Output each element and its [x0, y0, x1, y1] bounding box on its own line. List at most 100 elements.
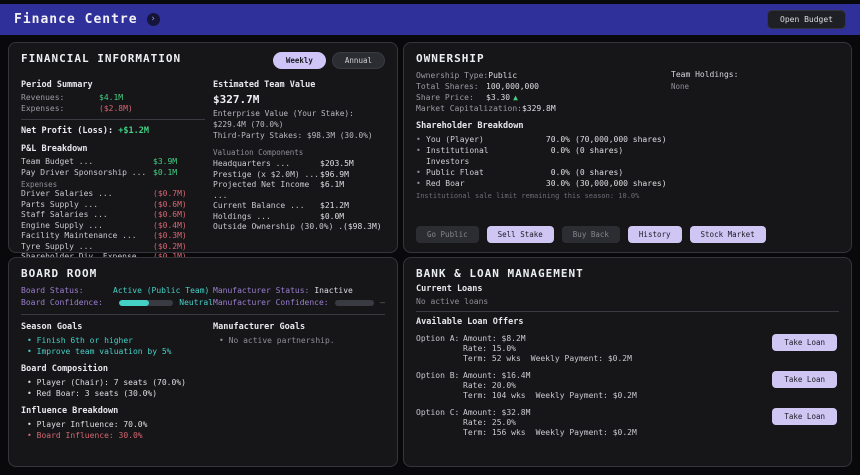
ownership-type-row: Ownership Type: Public — [416, 70, 671, 81]
team-value-heading: Estimated Team Value — [213, 80, 385, 90]
annual-toggle-button[interactable]: Annual — [332, 52, 385, 69]
board-room-panel: BOARD ROOM Board Status: Active (Public … — [8, 257, 398, 467]
share-price-row: Share Price: $3.30 ▲ — [416, 92, 671, 103]
pnl-expense-row: Engine Supply ... ($0.4M) — [21, 221, 205, 232]
summary-divider — [21, 119, 205, 120]
help-icon[interactable]: › — [147, 13, 160, 26]
board-status-column: Board Status: Active (Public Team) Board… — [21, 285, 213, 309]
board-influence-item: Board Influence: 30.0% — [27, 430, 213, 441]
share-price-up-icon: ▲ — [513, 92, 518, 103]
expenses-subheading: Expenses — [21, 180, 205, 189]
page-title: Finance Centre — [14, 12, 138, 27]
season-goals-list: Finish 6th or higher Improve team valuat… — [21, 335, 213, 357]
manufacturer-goal-item: No active partnership. — [219, 335, 385, 346]
total-shares-row: Total Shares: 100,000,000 — [416, 81, 671, 92]
shareholder-row: • Red Boar 30.0% (30,000,000 shares) — [416, 178, 839, 189]
sale-limit-note: Institutional sale limit remaining this … — [416, 192, 839, 200]
take-loan-button-b[interactable]: Take Loan — [772, 371, 837, 388]
team-holdings: Team Holdings: None — [671, 70, 839, 114]
pnl-expense-row: Facility Maintenance ... ($0.3M) — [21, 231, 205, 242]
team-value-amount: $327.7M — [213, 93, 385, 106]
influence-list: Player Influence: 70.0% Board Influence:… — [21, 419, 213, 441]
history-button[interactable]: History — [628, 226, 682, 243]
weekly-toggle-button[interactable]: Weekly — [273, 52, 326, 69]
pnl-expense-row: Tyre Supply ... ($0.2M) — [21, 242, 205, 253]
composition-item: Player (Chair): 7 seats (70.0%) — [27, 377, 213, 388]
finance-centre-screen: Finance Centre › Open Budget FINANCIAL I… — [0, 0, 860, 475]
current-loans-heading: Current Loans — [416, 284, 839, 294]
loan-option-label: Option A: — [416, 334, 463, 364]
season-goals-heading: Season Goals — [21, 322, 213, 332]
financial-panel-title: FINANCIAL INFORMATION — [21, 52, 181, 65]
pnl-income-row: Team Budget ... $3.9M — [21, 157, 205, 168]
financial-information-panel: FINANCIAL INFORMATION Weekly Annual Peri… — [8, 42, 398, 253]
manufacturer-goals-heading: Manufacturer Goals — [213, 322, 385, 332]
market-cap-row: Market Capitalization: $329.8M — [416, 103, 671, 114]
loan-offer-a: Option A: Amount: $8.2M Rate: 15.0% Term… — [416, 334, 839, 364]
loan-offer-c: Option C: Amount: $32.8M Rate: 25.0% Ter… — [416, 408, 839, 438]
loan-offers-heading: Available Loan Offers — [416, 317, 839, 327]
pnl-expense-row: Staff Salaries ... ($0.6M) — [21, 210, 205, 221]
sell-stake-button[interactable]: Sell Stake — [487, 226, 554, 243]
pnl-heading: P&L Breakdown — [21, 144, 205, 154]
bank-divider — [416, 311, 839, 312]
expenses-row: Expenses: ($2.8M) — [21, 104, 205, 115]
period-summary-column: Period Summary Revenues: $4.1M Expenses:… — [21, 73, 205, 273]
season-goal-item: Improve team valuation by 5% — [27, 346, 213, 357]
manufacturer-goals-list: No active partnership. — [213, 335, 385, 346]
team-holdings-label: Team Holdings: — [671, 70, 839, 79]
financial-columns: Period Summary Revenues: $4.1M Expenses:… — [21, 73, 385, 273]
valuation-row: Prestige (x $2.0M) ... $96.9M — [213, 170, 385, 181]
revenues-row: Revenues: $4.1M — [21, 93, 205, 104]
valuation-row: Holdings ... $0.0M — [213, 212, 385, 223]
manufacturer-goals-column: Manufacturer Goals No active partnership… — [213, 320, 385, 441]
player-influence-item: Player Influence: 70.0% — [27, 419, 213, 430]
pnl-expense-row: Driver Salaries ... ($0.7M) — [21, 189, 205, 200]
open-budget-button[interactable]: Open Budget — [767, 10, 846, 29]
enterprise-value-line: Enterprise Value (Your Stake): $229.4M (… — [213, 108, 385, 130]
pnl-income-row: Pay Driver Sponsorship ... $0.1M — [21, 168, 205, 179]
buy-back-button[interactable]: Buy Back — [562, 226, 620, 243]
team-value-column: Estimated Team Value $327.7M Enterprise … — [213, 73, 385, 273]
period-summary-heading: Period Summary — [21, 80, 205, 90]
financial-panel-header: FINANCIAL INFORMATION Weekly Annual — [21, 52, 385, 69]
ownership-info: Ownership Type: Public Total Shares: 100… — [416, 70, 671, 114]
take-loan-button-c[interactable]: Take Loan — [772, 408, 837, 425]
loan-option-label: Option B: — [416, 371, 463, 401]
stock-market-button[interactable]: Stock Market — [690, 226, 766, 243]
ownership-panel-title: OWNERSHIP — [416, 52, 839, 65]
board-status-grid: Board Status: Active (Public Team) Board… — [21, 285, 385, 309]
valuation-row: Projected Net Income ... $6.1M — [213, 180, 385, 201]
shareholder-breakdown-heading: Shareholder Breakdown — [416, 121, 839, 131]
valuation-row: Current Balance ... $21.2M — [213, 201, 385, 212]
board-divider — [21, 314, 385, 315]
net-profit-row: Net Profit (Loss): +$1.2M — [21, 125, 205, 137]
board-goals-column: Season Goals Finish 6th or higher Improv… — [21, 320, 213, 441]
composition-item: Red Boar: 3 seats (30.0%) — [27, 388, 213, 399]
valuation-components-heading: Valuation Components — [213, 148, 385, 157]
board-status-row: Board Status: Active (Public Team) — [21, 285, 213, 297]
board-goals-grid: Season Goals Finish 6th or higher Improv… — [21, 320, 385, 441]
manufacturer-status-row: Manufacturer Status: Inactive — [213, 285, 385, 297]
board-composition-list: Player (Chair): 7 seats (70.0%) Red Boar… — [21, 377, 213, 399]
manufacturer-confidence-row: Manufacturer Confidence: – — [213, 297, 385, 309]
shareholder-row: • Institutional Investors 0.0% (0 shares… — [416, 145, 839, 167]
influence-breakdown-heading: Influence Breakdown — [21, 406, 213, 416]
go-public-button[interactable]: Go Public — [416, 226, 479, 243]
loan-offer-b: Option B: Amount: $16.4M Rate: 20.0% Ter… — [416, 371, 839, 401]
shareholder-row: • You (Player) 70.0% (70,000,000 shares) — [416, 134, 839, 145]
ownership-panel: OWNERSHIP Ownership Type: Public Total S… — [403, 42, 852, 253]
board-confidence-bar — [119, 300, 173, 306]
board-confidence-row: Board Confidence: Neutral — [21, 297, 213, 309]
no-active-loans-text: No active loans — [416, 297, 839, 306]
valuation-row: Headquarters ... $203.5M — [213, 159, 385, 170]
period-toggle: Weekly Annual — [273, 52, 385, 69]
loan-option-label: Option C: — [416, 408, 463, 438]
manufacturer-confidence-bar — [335, 300, 375, 306]
manufacturer-status-column: Manufacturer Status: Inactive Manufactur… — [213, 285, 385, 309]
ownership-summary: Ownership Type: Public Total Shares: 100… — [416, 70, 839, 114]
team-holdings-value: None — [671, 82, 839, 91]
board-room-panel-title: BOARD ROOM — [21, 267, 385, 280]
board-composition-heading: Board Composition — [21, 364, 213, 374]
take-loan-button-a[interactable]: Take Loan — [772, 334, 837, 351]
